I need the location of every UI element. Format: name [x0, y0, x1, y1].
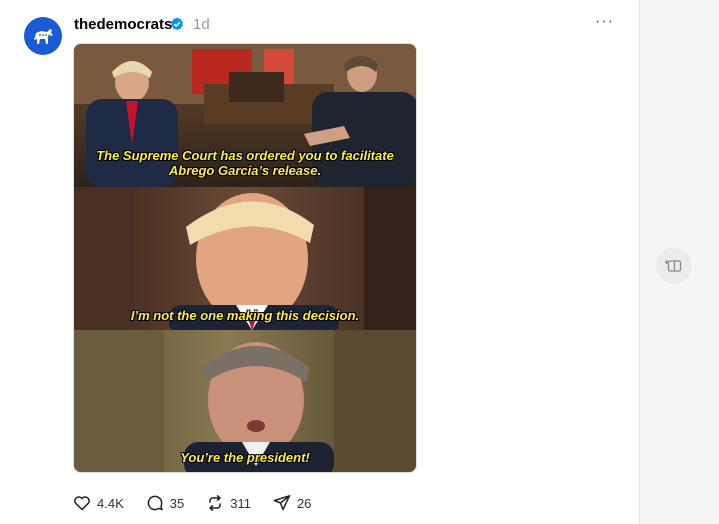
repost-button[interactable]: 311	[206, 494, 251, 512]
post-timestamp[interactable]: 1d	[193, 16, 210, 33]
comment-icon	[147, 495, 163, 511]
share-button[interactable]: 26	[273, 494, 311, 512]
reply-button[interactable]: 35	[146, 494, 184, 512]
like-button[interactable]: 4.4K	[73, 494, 124, 512]
media-panel: I’m not the one making this decision.	[74, 187, 416, 330]
donkey-logo-icon	[34, 29, 53, 44]
post-card: thedemocrats 1d ··· The Supreme Court ha…	[0, 0, 640, 524]
more-options-button[interactable]: ···	[595, 13, 614, 31]
repost-count: 311	[230, 495, 251, 511]
share-count: 26	[296, 495, 312, 511]
reply-count: 35	[169, 495, 185, 511]
caption-text: You’re the president!	[180, 450, 310, 465]
columns-add-icon	[665, 260, 682, 272]
send-icon	[273, 495, 291, 511]
avatar[interactable]	[24, 17, 62, 55]
media-panel: The Supreme Court has ordered you to fac…	[74, 44, 416, 187]
verified-badge-icon	[171, 17, 183, 31]
post-media[interactable]: The Supreme Court has ordered you to fac…	[73, 43, 417, 473]
caption-text: The Supreme Court has ordered you to fac…	[96, 148, 394, 178]
caption-text: I’m not the one making this decision.	[130, 308, 360, 323]
username[interactable]: thedemocrats	[74, 16, 172, 33]
heart-icon	[74, 496, 90, 511]
media-panel: You’re the president!	[74, 330, 416, 472]
post-actions: 4.4K 35 311 26	[73, 493, 333, 513]
like-count: 4.4K	[97, 495, 124, 511]
add-column-button[interactable]	[656, 248, 692, 284]
repost-icon	[209, 495, 221, 511]
